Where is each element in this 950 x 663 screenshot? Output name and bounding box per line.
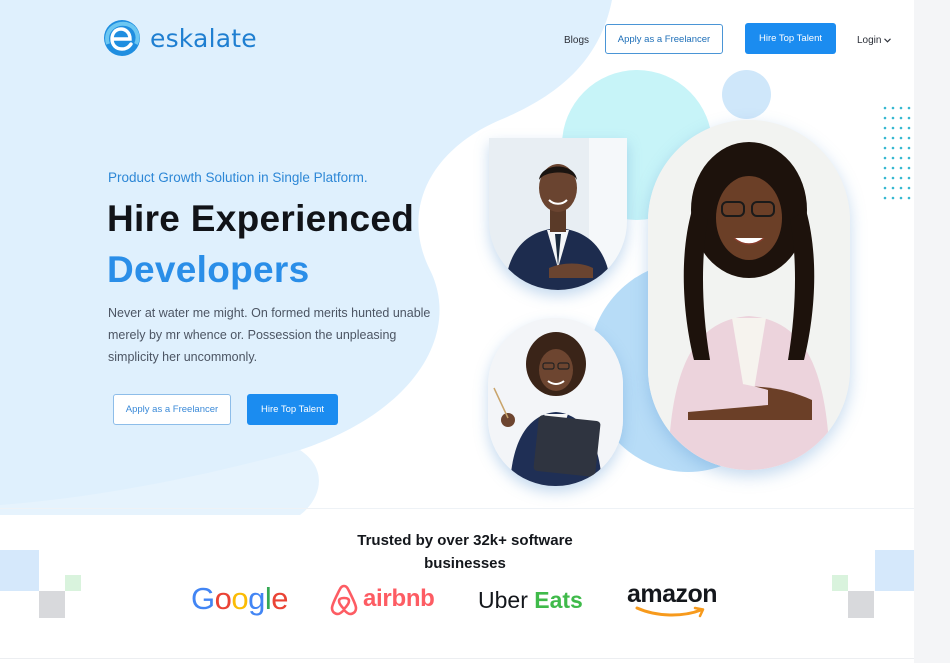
hero-headline-line2: Developers [107, 249, 310, 290]
hero-headline-line1: Hire Experienced [107, 198, 415, 239]
decor-squares-left [0, 550, 81, 618]
footer-divider [0, 658, 914, 659]
nav-apply-freelancer-button[interactable]: Apply as a Freelancer [605, 24, 723, 54]
airbnb-logo-text: airbnb [363, 585, 435, 612]
google-logo-text: Google [191, 581, 289, 616]
nav-blogs-link[interactable]: Blogs [564, 35, 589, 46]
landing-page: eskalate Blogs Apply as a Freelancer Hir… [0, 0, 950, 663]
hero-tagline: Product Growth Solution in Single Platfo… [108, 170, 368, 185]
brand-name: eskalate [150, 23, 257, 53]
trusted-heading: Trusted by over 32k+ software businesses [357, 532, 573, 572]
decor-circle-small [722, 70, 771, 119]
chevron-down-icon [884, 38, 892, 43]
airbnb-icon [330, 584, 358, 616]
logo-mark-icon [104, 20, 140, 56]
uber-logo-text: Uber [478, 587, 528, 613]
nav-login-label: Login [857, 35, 882, 46]
hero-apply-freelancer-button[interactable]: Apply as a Freelancer [113, 394, 231, 425]
portrait-woman-folder [488, 318, 623, 486]
page-gutter [914, 0, 950, 663]
decor-squares-right [832, 550, 914, 618]
hero-hire-talent-button[interactable]: Hire Top Talent [247, 394, 338, 425]
hero-description: Never at water me might. On formed merit… [108, 306, 431, 364]
nav-hire-talent-button[interactable]: Hire Top Talent [745, 23, 836, 54]
portrait-man-suit [489, 138, 627, 290]
amazon-logo-text: amazon [627, 580, 718, 608]
portrait-woman-arms-crossed [648, 120, 850, 470]
nav-login-menu[interactable]: Login [857, 35, 892, 46]
airbnb-logo: airbnb [329, 582, 435, 616]
brand-logo[interactable]: eskalate [100, 18, 257, 58]
ubereats-logo: Uber Eats [478, 587, 583, 614]
amazon-logo: amazon [627, 580, 718, 618]
eats-logo-text: Eats [534, 587, 583, 613]
section-divider [0, 508, 914, 509]
google-logo: Google [191, 581, 289, 617]
decor-dot-grid [883, 106, 911, 200]
amazon-smile-icon [635, 606, 705, 618]
